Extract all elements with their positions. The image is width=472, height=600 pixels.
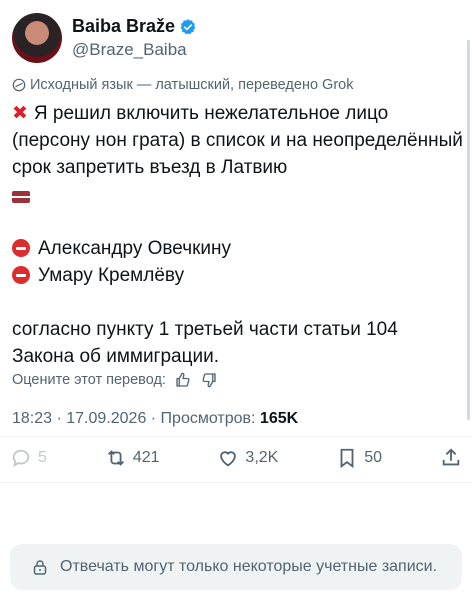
tweet-author-header: Baiba Braže @Braze_Baiba <box>12 12 197 64</box>
scrollbar[interactable] <box>467 40 470 420</box>
view-count: 165K <box>259 410 299 427</box>
flag-line <box>12 181 464 208</box>
bookmark-count: 50 <box>364 449 383 466</box>
person-1: Александру Овечкину <box>38 238 232 259</box>
bookmark-button[interactable]: 50 <box>336 447 382 469</box>
cross-mark-icon: ✖ <box>12 103 28 124</box>
tweet-meta: 18:23 · 17.09.2026 · Просмотров: 165K <box>12 410 298 428</box>
verified-badge-icon <box>180 18 196 34</box>
translation-note: Исходный язык — латышский, переведено Gr… <box>12 77 353 93</box>
heart-icon <box>220 451 237 467</box>
tweet-paragraph-1: ✖ Я решил включить нежелательное лицо (пе… <box>12 100 464 181</box>
author-names: Baiba Braže @Braze_Baiba <box>72 16 197 60</box>
repost-count: 421 <box>132 449 160 466</box>
tweet-text: ✖ Я решил включить нежелательное лицо (пе… <box>12 100 464 370</box>
thumb-down-icon[interactable] <box>200 371 218 389</box>
rate-translation: Оцените этот перевод: <box>12 371 218 389</box>
reply-restriction-bar: Отвечать могут только некоторые учетные … <box>10 544 462 590</box>
reply-count: 5 <box>38 449 47 466</box>
display-name[interactable]: Baiba Braže <box>72 16 175 37</box>
translate-icon <box>12 78 26 92</box>
no-entry-icon <box>12 266 30 284</box>
repost-icon <box>107 450 124 466</box>
timestamp[interactable]: 18:23 · 17.09.2026 · Просмотров: <box>12 410 255 427</box>
like-button[interactable]: 3,2K <box>217 447 278 469</box>
action-bar: 5 421 3,2K 50 <box>10 440 462 476</box>
tweet-line-1: Я решил включить нежелательное лицо (пер… <box>12 103 463 178</box>
person-2: Умару Кремлёву <box>38 265 185 286</box>
repost-button[interactable]: 421 <box>105 447 160 469</box>
tweet-paragraph-3: согласно пункту 1 третьей части статьи 1… <box>12 319 398 367</box>
thumb-up-icon[interactable] <box>174 371 192 389</box>
author-handle[interactable]: @Braze_Baiba <box>72 40 197 60</box>
lock-icon <box>33 560 47 575</box>
avatar[interactable] <box>12 13 62 63</box>
reply-button[interactable]: 5 <box>10 447 47 469</box>
like-count: 3,2K <box>245 449 279 466</box>
divider <box>0 436 472 437</box>
translation-note-text: Исходный язык — латышский, переведено Gr… <box>30 77 354 93</box>
reply-restriction-text: Отвечать могут только некоторые учетные … <box>60 558 438 575</box>
share-icon <box>442 448 460 466</box>
bookmark-icon <box>340 448 354 469</box>
share-button[interactable] <box>440 447 462 469</box>
no-entry-icon <box>12 239 30 257</box>
person-2-line: Умару Кремлёву <box>12 262 464 289</box>
display-name-row: Baiba Braže <box>72 16 197 37</box>
divider <box>0 482 472 483</box>
reply-icon <box>12 449 30 468</box>
latvia-flag-icon <box>12 190 30 203</box>
rate-translation-label: Оцените этот перевод: <box>12 372 166 388</box>
person-1-line: Александру Овечкину <box>12 235 464 262</box>
